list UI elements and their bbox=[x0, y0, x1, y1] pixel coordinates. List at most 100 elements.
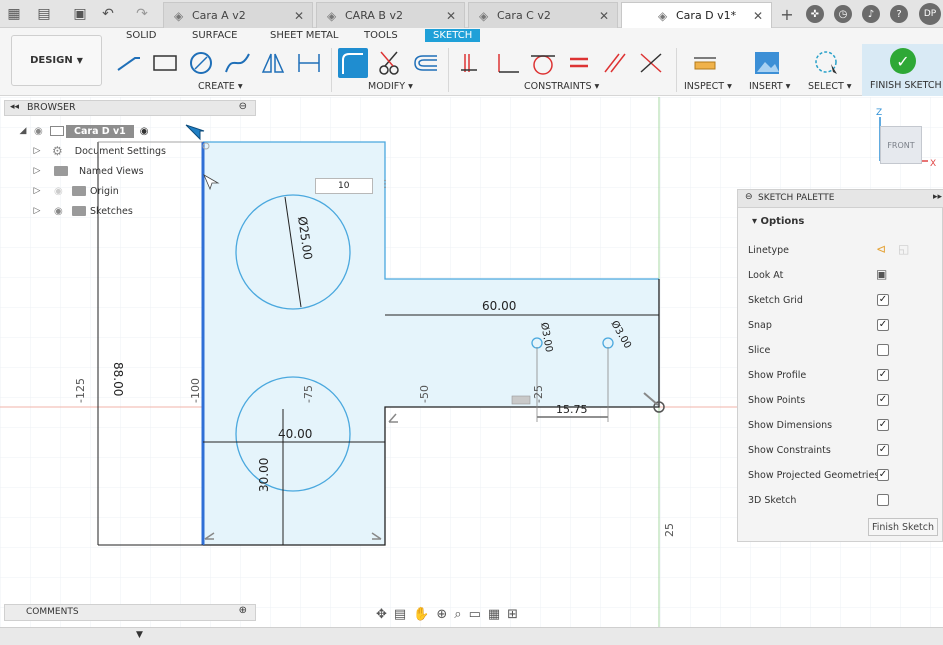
eye-icon[interactable]: ◉ bbox=[34, 126, 46, 137]
parallel-constraint-icon[interactable] bbox=[600, 48, 630, 78]
checkbox[interactable] bbox=[877, 494, 889, 506]
trim-tool-icon[interactable] bbox=[374, 48, 404, 78]
collapse-icon[interactable]: ◂◂ bbox=[10, 102, 19, 112]
root-label[interactable]: Cara D v1 bbox=[66, 124, 134, 138]
eye-icon[interactable]: ◉ bbox=[54, 206, 66, 217]
expand-icon[interactable]: ▷ bbox=[32, 166, 42, 176]
close-icon[interactable]: ✕ bbox=[753, 9, 763, 23]
checkbox[interactable]: ✓ bbox=[877, 419, 889, 431]
file-icon[interactable]: ▤ bbox=[34, 4, 54, 24]
viewports-icon[interactable]: ⊞ bbox=[507, 607, 518, 622]
dim-15-75[interactable]: 15.75 bbox=[556, 403, 588, 416]
options-section[interactable]: ▾ Options bbox=[752, 216, 804, 227]
redo-icon[interactable]: ↷ bbox=[132, 4, 152, 24]
expand-icon[interactable]: ▷ bbox=[32, 186, 42, 196]
checkbox[interactable]: ✓ bbox=[877, 444, 889, 456]
checkbox[interactable]: ✓ bbox=[877, 369, 889, 381]
tab-cara-a[interactable]: ◈ Cara A v2 ✕ bbox=[163, 2, 313, 28]
finish-sketch-button[interactable]: ✓ FINISH SKETCH ▾ bbox=[862, 44, 943, 96]
undo-icon[interactable]: ↶ bbox=[98, 4, 118, 24]
tab-sheet-metal[interactable]: SHEET METAL bbox=[270, 30, 338, 41]
view-cube-face[interactable]: FRONT bbox=[887, 141, 914, 150]
select-tool-icon[interactable] bbox=[812, 48, 842, 78]
more-options-icon[interactable]: ⋮ bbox=[380, 179, 390, 190]
browser-item-origin[interactable]: ▷ ◉ Origin bbox=[32, 182, 119, 200]
palette-header[interactable]: ⊖ SKETCH PALETTE ▸▸ bbox=[738, 190, 943, 208]
fit-icon[interactable]: ⌕ bbox=[454, 607, 461, 622]
comments-panel[interactable]: COMMENTS ⊕ bbox=[4, 604, 256, 621]
dim-88[interactable]: 88.00 bbox=[111, 362, 125, 396]
save-icon[interactable]: ▣ bbox=[70, 4, 90, 24]
checkbox[interactable]: ✓ bbox=[877, 294, 889, 306]
coincident-constraint-icon[interactable] bbox=[456, 48, 486, 78]
dim-60[interactable]: 60.00 bbox=[482, 299, 516, 313]
group-inspect[interactable]: INSPECT ▾ bbox=[684, 81, 732, 92]
expand-icon[interactable]: ▷ bbox=[32, 146, 42, 156]
checkbox[interactable]: ✓ bbox=[877, 394, 889, 406]
display-settings-icon[interactable]: ▭ bbox=[469, 607, 481, 622]
tab-cara-d[interactable]: ◈ Cara D v1* ✕ bbox=[621, 2, 772, 28]
midpoint-constraint-icon[interactable] bbox=[636, 48, 666, 78]
group-select[interactable]: SELECT ▾ bbox=[808, 81, 852, 92]
browser-item-named-views[interactable]: ▷ Named Views bbox=[32, 162, 144, 180]
tab-sketch[interactable]: SKETCH bbox=[425, 29, 481, 42]
help-icon[interactable]: ? bbox=[890, 5, 908, 23]
minimize-icon[interactable]: ⊖ bbox=[239, 101, 247, 112]
tangent-constraint-icon[interactable] bbox=[528, 48, 558, 78]
offset-tool-icon[interactable] bbox=[410, 48, 440, 78]
timeline-bar[interactable]: ▼ bbox=[0, 627, 943, 645]
activate-icon[interactable]: ◉ bbox=[140, 126, 149, 137]
avatar[interactable]: DP bbox=[919, 3, 941, 25]
job-status-icon[interactable]: ◷ bbox=[834, 5, 852, 23]
rectangle-tool-icon[interactable] bbox=[150, 48, 180, 78]
pan-icon[interactable]: ✋ bbox=[413, 607, 429, 622]
expand-icon[interactable]: ◢ bbox=[18, 126, 28, 136]
notifications-icon[interactable]: ♪ bbox=[862, 5, 880, 23]
circle-tool-icon[interactable] bbox=[186, 48, 216, 78]
tab-cara-b[interactable]: ◈ CARA B v2 ✕ bbox=[316, 2, 465, 28]
spline-tool-icon[interactable] bbox=[222, 48, 252, 78]
zoom-icon[interactable]: ⊕ bbox=[436, 607, 447, 622]
tab-solid[interactable]: SOLID bbox=[126, 30, 156, 41]
tab-tools[interactable]: TOOLS bbox=[364, 30, 398, 41]
construction-line-icon[interactable]: ⊲ bbox=[876, 242, 886, 256]
expand-icon[interactable]: ▷ bbox=[32, 206, 42, 216]
dimension-tool-icon[interactable] bbox=[294, 48, 324, 78]
close-icon[interactable]: ✕ bbox=[446, 9, 456, 23]
view-cube[interactable]: FRONT bbox=[880, 126, 922, 164]
workspace-switcher[interactable]: DESIGN ▼ bbox=[11, 35, 102, 86]
grid-settings-icon[interactable]: ▦ bbox=[488, 607, 500, 622]
browser-panel-header[interactable]: ◂◂ BROWSER ⊖ bbox=[4, 100, 256, 116]
perpendicular-constraint-icon[interactable] bbox=[492, 48, 522, 78]
browser-root[interactable]: ◢ ◉ Cara D v1 ◉ bbox=[18, 122, 149, 140]
grid-menu-icon[interactable]: ▦ bbox=[4, 4, 24, 24]
dimension-input[interactable]: 10 bbox=[315, 178, 373, 194]
line-tool-icon[interactable] bbox=[114, 48, 144, 78]
dim-30[interactable]: 30.00 bbox=[257, 458, 271, 492]
mirror-tool-icon[interactable] bbox=[258, 48, 288, 78]
close-icon[interactable]: ✕ bbox=[599, 9, 609, 23]
checkbox[interactable] bbox=[877, 344, 889, 356]
extensions-icon[interactable]: ✜ bbox=[806, 5, 824, 23]
look-at-icon[interactable]: ▤ bbox=[394, 607, 406, 622]
timeline-marker-icon[interactable]: ▼ bbox=[136, 630, 143, 640]
new-tab-icon[interactable]: + bbox=[777, 4, 797, 24]
palette-finish-sketch-button[interactable]: Finish Sketch bbox=[868, 518, 938, 536]
look-at-icon[interactable]: ▣ bbox=[876, 267, 887, 281]
expand-icon[interactable]: ▸▸ bbox=[933, 192, 942, 202]
equal-constraint-icon[interactable] bbox=[564, 48, 594, 78]
close-icon[interactable]: ✕ bbox=[294, 9, 304, 23]
orbit-icon[interactable]: ✥ bbox=[376, 607, 387, 622]
tab-cara-c[interactable]: ◈ Cara C v2 ✕ bbox=[468, 2, 618, 28]
group-create[interactable]: CREATE ▾ bbox=[198, 81, 243, 92]
insert-image-icon[interactable] bbox=[752, 48, 782, 78]
browser-item-document-settings[interactable]: ▷ ⚙ Document Settings bbox=[32, 142, 166, 160]
group-modify[interactable]: MODIFY ▾ bbox=[368, 81, 413, 92]
measure-tool-icon[interactable] bbox=[690, 48, 720, 78]
group-insert[interactable]: INSERT ▾ bbox=[749, 81, 790, 92]
add-comment-icon[interactable]: ⊕ bbox=[239, 605, 247, 616]
checkbox[interactable]: ✓ bbox=[877, 319, 889, 331]
group-constraints[interactable]: CONSTRAINTS ▾ bbox=[524, 81, 599, 92]
browser-item-sketches[interactable]: ▷ ◉ Sketches bbox=[32, 202, 133, 220]
eye-hidden-icon[interactable]: ◉ bbox=[54, 186, 66, 197]
